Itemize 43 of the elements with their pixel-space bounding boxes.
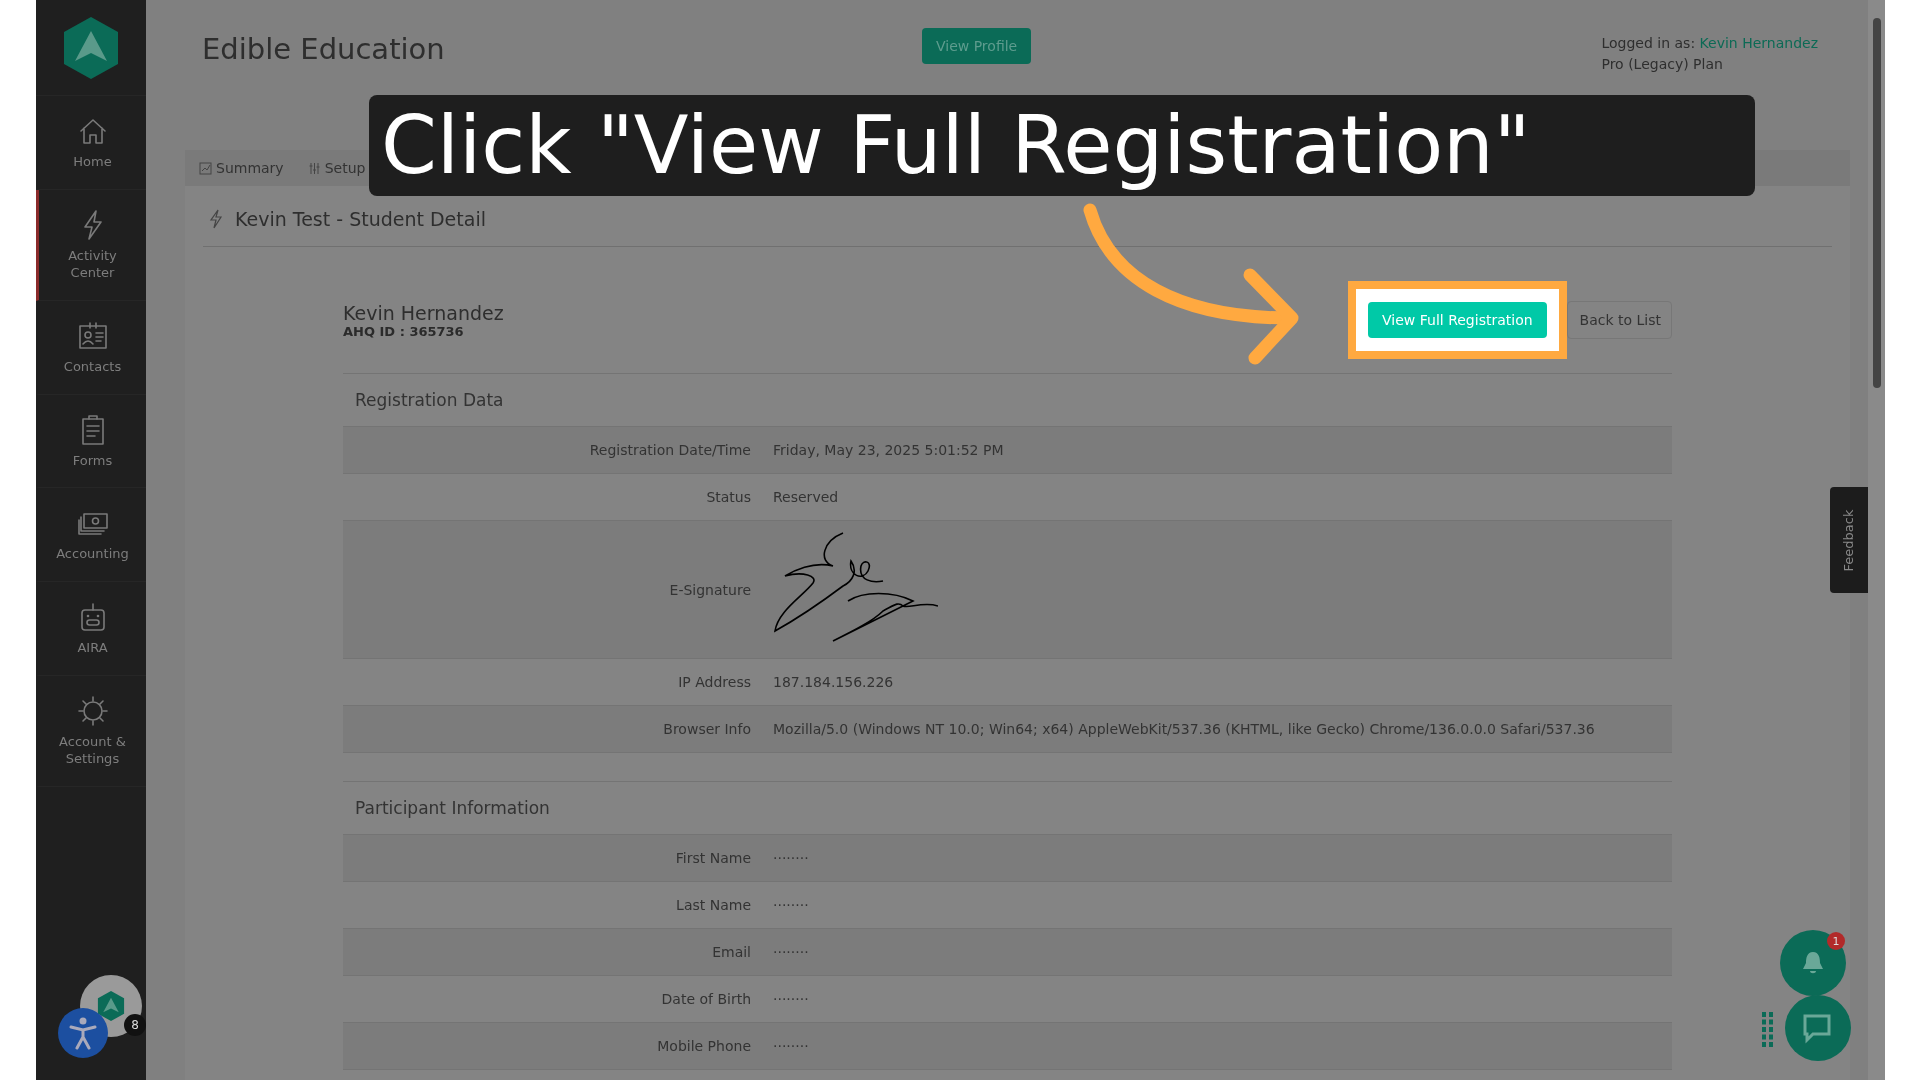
field-value: Reserved xyxy=(773,489,839,505)
field-value: ········ xyxy=(773,897,809,913)
drag-handle-icon[interactable] xyxy=(1762,1012,1774,1048)
plan-label: Pro (Legacy) Plan xyxy=(1601,55,1724,74)
page-title: Edible Education xyxy=(202,32,446,66)
field-label: First Name xyxy=(674,850,752,866)
field-value: ········ xyxy=(773,1038,809,1054)
tab[interactable]: Summary xyxy=(199,160,284,176)
logo-icon xyxy=(96,990,126,1022)
chart-icon xyxy=(199,161,212,175)
field-label: Registration Date/Time xyxy=(588,442,752,458)
field-label: E-Signature xyxy=(668,581,752,598)
lightning-icon xyxy=(209,209,223,229)
id-label: AHQ ID : 365736 xyxy=(343,323,465,339)
student-name: Kevin Hernandez xyxy=(343,301,504,324)
sliders-icon xyxy=(307,161,321,175)
field-label: Email xyxy=(711,944,752,960)
field-label: Mobile Phone xyxy=(656,1038,752,1054)
field-value: ········ xyxy=(773,991,809,1007)
field-value: Friday, May 23, 2025 5:01:52 PM xyxy=(773,442,1004,458)
field-label: Status xyxy=(705,489,752,505)
card-title: Kevin Test - Student Detail xyxy=(235,208,486,230)
view-profile-button[interactable]: View Profile xyxy=(922,28,1032,64)
view-full-registration-button[interactable]: View Full Registration xyxy=(1368,302,1547,338)
section-title: Registration Data xyxy=(343,373,1672,427)
section-title: Participant Information xyxy=(343,781,1672,835)
logged-in-label: Logged in as: xyxy=(1601,35,1696,51)
back-to-list-button[interactable]: Back to List xyxy=(1566,301,1672,339)
field-value: 187.184.156.226 xyxy=(773,674,894,690)
gear-icon xyxy=(75,694,110,729)
tab[interactable]: Setup xyxy=(307,160,366,176)
bell-icon xyxy=(1801,950,1825,976)
field-value: ········ xyxy=(773,944,809,960)
field-label: Browser Info xyxy=(662,721,752,737)
field-label: IP Address xyxy=(677,674,752,690)
field-value: ········ xyxy=(773,850,809,866)
field-label: Date of Birth xyxy=(660,991,752,1007)
field-value: Mozilla/5.0 (Windows NT 10.0; Win64; x64) AppleWebKit/537.36 (KHTML, like Gecko) Chrome/136.0.0.0 Safari/537.36 xyxy=(773,721,1595,737)
callout-text: Click "View Full Registration" xyxy=(369,95,1755,196)
logo-icon[interactable] xyxy=(61,14,121,81)
feedback-tab[interactable]: Feedback xyxy=(1830,487,1868,593)
field-label: Last Name xyxy=(675,897,752,913)
accessibility-icon xyxy=(68,1016,98,1050)
